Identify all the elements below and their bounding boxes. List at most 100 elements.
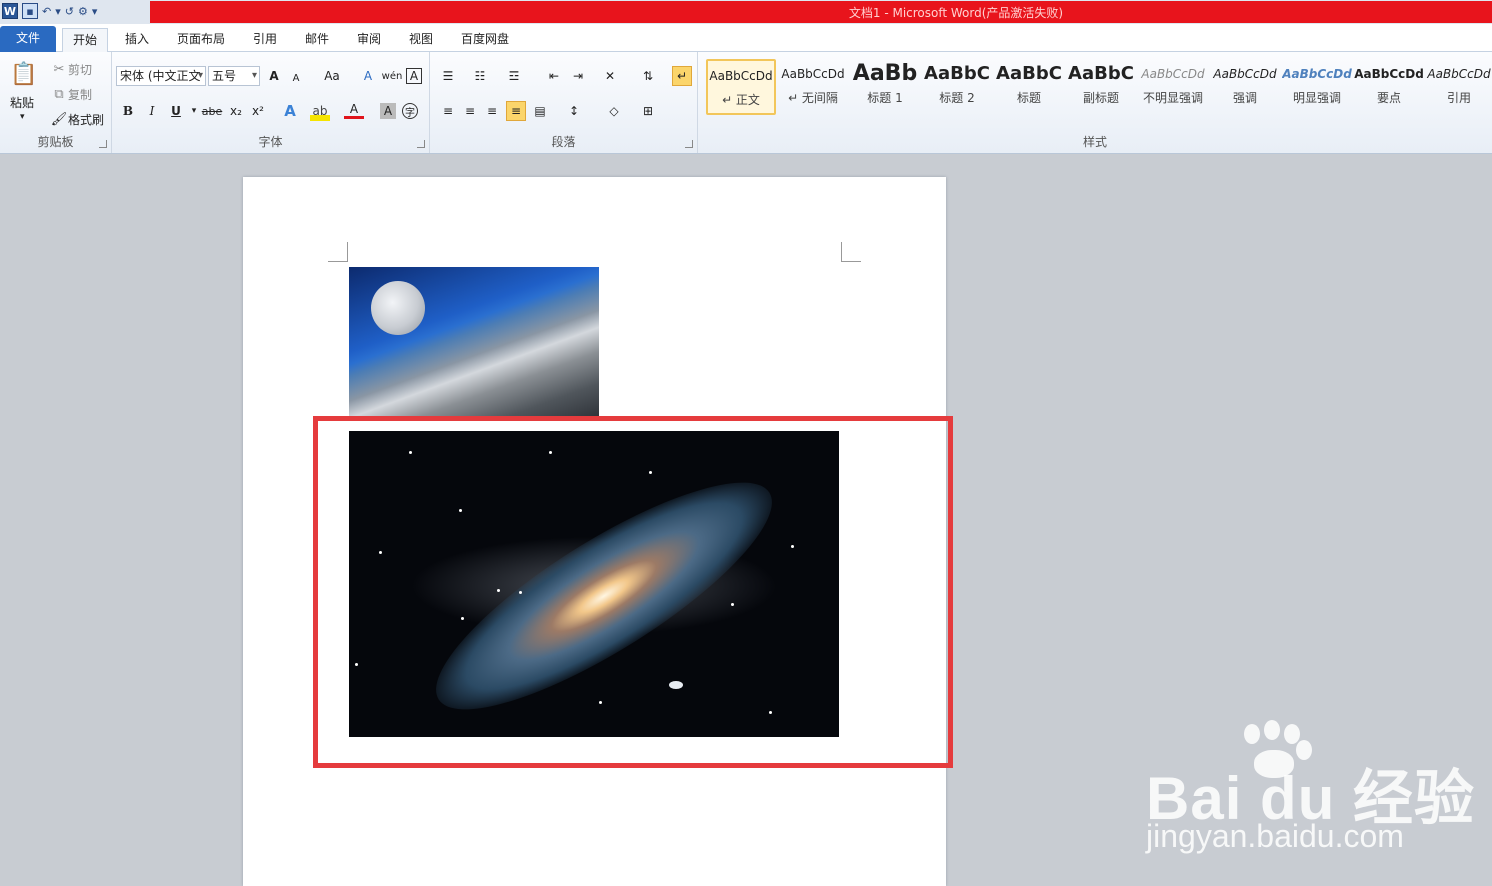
- style-strong[interactable]: AaBbCcDd 要点: [1354, 59, 1424, 115]
- borders-icon[interactable]: ⊞: [638, 101, 658, 121]
- undo-dropdown-icon[interactable]: ▾: [55, 3, 61, 19]
- font-size-select[interactable]: 五号: [208, 66, 260, 86]
- character-shading-icon[interactable]: A: [380, 103, 396, 119]
- tab-baidu-netdisk[interactable]: 百度网盘: [452, 28, 518, 52]
- moon-shape: [371, 281, 425, 335]
- tab-page-layout[interactable]: 页面布局: [168, 28, 234, 52]
- align-right-icon[interactable]: ≡: [482, 101, 502, 121]
- style-name: 标题: [1016, 91, 1041, 105]
- line-spacing-icon[interactable]: ↕: [564, 101, 584, 121]
- numbering-icon[interactable]: ☷: [470, 66, 490, 86]
- style-heading-1[interactable]: AaBb 标题 1: [850, 59, 920, 115]
- copy-button[interactable]: ⧉ 复制: [50, 85, 92, 103]
- font-color-icon[interactable]: A: [344, 101, 364, 119]
- italic-button[interactable]: I: [142, 101, 162, 121]
- earth-moon-image[interactable]: [349, 267, 599, 420]
- style-sample: AaBbCcDd: [781, 67, 845, 81]
- style-name: ↵ 无间隔: [788, 91, 838, 105]
- font-name-select[interactable]: 宋体 (中文正文: [116, 66, 206, 86]
- paragraph-group-label: 段落: [551, 135, 576, 149]
- style-sample: AaBbCcDd: [709, 69, 773, 83]
- decrease-indent-icon[interactable]: ⇤: [544, 66, 564, 86]
- phonetic-guide-button[interactable]: wén: [382, 66, 403, 86]
- paragraph-group: ☰ ☷ ☲ ⇤ ⇥ ✕ ⇅ ↵ ≡ ≡ ≡ ≡ ▤ ↕ ◇ ⊞ 段落: [430, 52, 698, 153]
- font-group: 宋体 (中文正文 五号 A A Aa A wén A B I U ▾ abe x…: [112, 52, 430, 153]
- tab-review[interactable]: 审阅: [348, 28, 390, 52]
- tab-view[interactable]: 视图: [400, 28, 442, 52]
- justify-icon[interactable]: ≡: [506, 101, 526, 121]
- increase-indent-icon[interactable]: ⇥: [568, 66, 588, 86]
- style-normal[interactable]: AaBbCcDd ↵ 正文: [706, 59, 776, 115]
- style-sample: AaBbCcDd: [1282, 67, 1352, 81]
- style-name: ↵ 正文: [722, 93, 760, 107]
- bold-button[interactable]: B: [118, 101, 138, 121]
- style-sample: AaBbC: [1068, 63, 1134, 84]
- change-case-button[interactable]: Aa: [318, 66, 346, 86]
- align-left-icon[interactable]: ≡: [438, 101, 458, 121]
- style-emphasis[interactable]: AaBbCcDd 强调: [1210, 59, 1280, 115]
- underline-button[interactable]: U: [166, 101, 186, 121]
- shrink-font-button[interactable]: A: [286, 68, 306, 88]
- style-no-spacing[interactable]: AaBbCcDd ↵ 无间隔: [778, 59, 848, 115]
- style-name: 不明显强调: [1142, 91, 1203, 105]
- sort-icon[interactable]: ⇅: [638, 66, 658, 86]
- tab-mailings[interactable]: 邮件: [296, 28, 338, 52]
- style-title[interactable]: AaBbC 标题: [994, 59, 1064, 115]
- styles-group: AaBbCcDd ↵ 正文 AaBbCcDd ↵ 无间隔 AaBb 标题 1 A…: [698, 52, 1492, 153]
- style-subtitle[interactable]: AaBbC 副标题: [1066, 59, 1136, 115]
- style-sample: AaBbCcDd: [1354, 67, 1424, 81]
- style-sample: AaBbCcDd: [1141, 67, 1205, 81]
- style-quote[interactable]: AaBbCcDd 引用: [1426, 59, 1492, 115]
- undo-icon[interactable]: ↶: [42, 3, 51, 19]
- ribbon-tabs: 文件 开始 插入 页面布局 引用 邮件 审阅 视图 百度网盘: [0, 24, 1492, 53]
- distributed-icon[interactable]: ▤: [530, 101, 550, 121]
- style-heading-2[interactable]: AaBbC 标题 2: [922, 59, 992, 115]
- clear-format-button[interactable]: A: [358, 66, 378, 86]
- style-name: 副标题: [1082, 91, 1119, 105]
- style-intense-emphasis[interactable]: AaBbCcDd 明显强调: [1282, 59, 1352, 115]
- subscript-button[interactable]: x₂: [226, 101, 246, 121]
- style-subtle-emphasis[interactable]: AaBbCcDd 不明显强调: [1138, 59, 1208, 115]
- font-group-label: 字体: [258, 135, 283, 149]
- window-title: 文档1 - Microsoft Word(产品激活失败): [848, 6, 1064, 20]
- font-launcher-icon[interactable]: [417, 140, 425, 148]
- style-sample: AaBb: [852, 61, 918, 86]
- multilevel-list-icon[interactable]: ☲: [504, 66, 524, 86]
- save-icon[interactable]: ▪: [22, 3, 38, 19]
- word-app-icon[interactable]: W: [2, 3, 18, 19]
- tab-insert[interactable]: 插入: [116, 28, 158, 52]
- paste-icon[interactable]: 📋: [8, 58, 40, 90]
- copy-label: 复制: [68, 87, 93, 102]
- superscript-button[interactable]: x²: [248, 101, 268, 121]
- format-painter-label: 格式刷: [68, 112, 105, 127]
- clipboard-launcher-icon[interactable]: [99, 140, 107, 148]
- title-bar: 文档1 - Microsoft Word(产品激活失败) W ▪ ↶ ▾ ↺ ⚙…: [0, 0, 1492, 24]
- cut-button[interactable]: ✂ 剪切: [50, 60, 92, 78]
- qat-more-icon[interactable]: ▾: [92, 3, 98, 19]
- enclose-characters-button[interactable]: 字: [402, 103, 418, 119]
- tab-home[interactable]: 开始: [62, 28, 108, 53]
- style-sample: AaBbCcDd: [1427, 67, 1491, 81]
- bullets-icon[interactable]: ☰: [438, 66, 458, 86]
- clipboard-group-label: 剪贴板: [37, 135, 74, 149]
- paste-dropdown-icon[interactable]: ▾: [20, 112, 25, 122]
- tab-file[interactable]: 文件: [0, 26, 56, 52]
- redo-icon[interactable]: ↺: [65, 3, 74, 19]
- tab-references[interactable]: 引用: [244, 28, 286, 52]
- character-border-button[interactable]: A: [406, 68, 422, 84]
- paragraph-launcher-icon[interactable]: [685, 140, 693, 148]
- align-center-icon[interactable]: ≡: [460, 101, 480, 121]
- show-marks-icon[interactable]: ↵: [672, 66, 692, 86]
- highlight-color-icon[interactable]: ab: [310, 101, 330, 121]
- quick-access-toolbar: W ▪ ↶ ▾ ↺ ⚙ ▾: [2, 3, 97, 19]
- format-painter-button[interactable]: 🖌 格式刷: [50, 110, 104, 128]
- style-name: 强调: [1232, 91, 1257, 105]
- shading-icon[interactable]: ◇: [604, 101, 624, 121]
- chinese-layout-icon[interactable]: ✕: [600, 66, 620, 86]
- grow-font-button[interactable]: A: [264, 66, 284, 86]
- text-effects-icon[interactable]: A: [280, 101, 300, 121]
- cut-label: 剪切: [68, 62, 93, 77]
- paste-button[interactable]: 粘贴: [10, 94, 34, 111]
- strikethrough-button[interactable]: abe: [200, 101, 224, 121]
- customize-icon[interactable]: ⚙: [78, 3, 88, 19]
